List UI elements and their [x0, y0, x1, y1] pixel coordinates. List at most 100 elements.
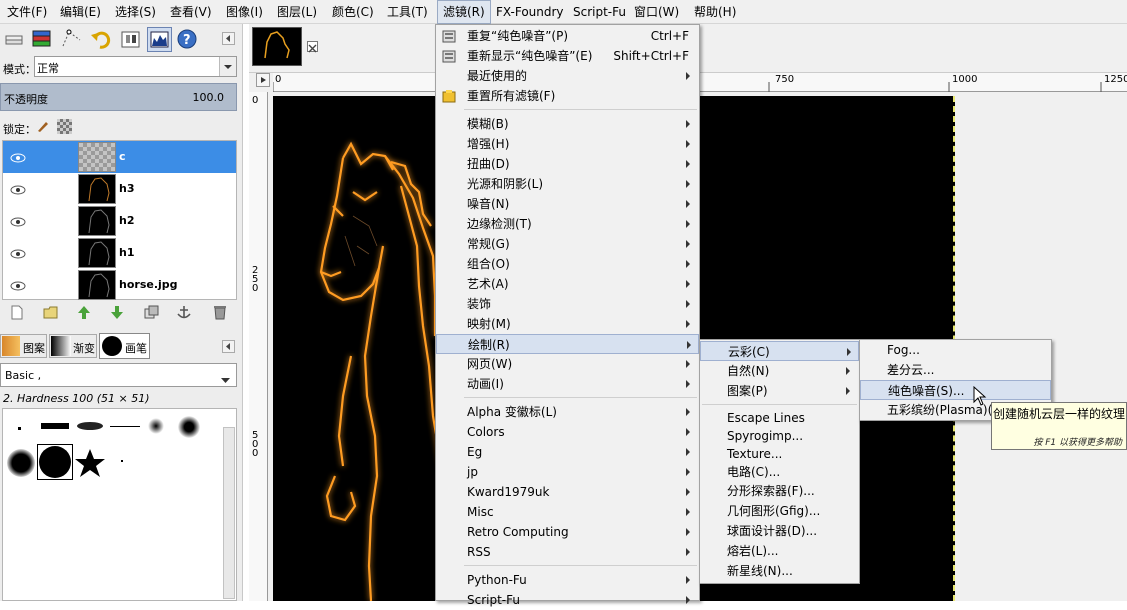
- brush-ellipse[interactable]: [77, 422, 103, 430]
- layer-row[interactable]: h1: [3, 237, 236, 269]
- brush-tiny[interactable]: [121, 460, 123, 462]
- menu-item[interactable]: 噪音(N): [436, 194, 699, 214]
- menu-item[interactable]: 光源和阴影(L): [436, 174, 699, 194]
- menu-item[interactable]: RSS: [436, 542, 699, 562]
- menu-item[interactable]: 自然(N): [700, 361, 859, 381]
- menu-item[interactable]: 重复“纯色噪音”(P) Ctrl+F: [436, 26, 699, 46]
- menu-11[interactable]: Script-Fu: [568, 0, 631, 24]
- histogram-icon[interactable]: [147, 27, 172, 52]
- help-browser-icon[interactable]: ?: [175, 27, 200, 52]
- delete-layer-icon[interactable]: [213, 305, 227, 323]
- quick-mask-menu-icon[interactable]: [256, 73, 270, 87]
- menu-item[interactable]: 常规(G): [436, 234, 699, 254]
- image-thumbnail[interactable]: [252, 27, 302, 66]
- layer-row[interactable]: c: [3, 141, 236, 173]
- menu-item[interactable]: jp: [436, 462, 699, 482]
- lock-pixels-icon[interactable]: [36, 119, 50, 136]
- tab-gradients[interactable]: 渐变: [49, 334, 97, 358]
- menu-item[interactable]: 纯色噪音(S)...: [860, 380, 1051, 400]
- brush-1px[interactable]: [18, 427, 21, 430]
- undo-history-icon[interactable]: [88, 27, 113, 52]
- menu-item[interactable]: Retro Computing: [436, 522, 699, 542]
- brush-preset-select[interactable]: Basic ,: [0, 363, 237, 387]
- eye-icon[interactable]: [10, 248, 26, 259]
- menu-1[interactable]: 文件(F): [2, 0, 52, 24]
- menu-item[interactable]: 新星线(N)...: [700, 561, 859, 581]
- menu-item[interactable]: 重置所有滤镜(F): [436, 86, 699, 106]
- menu-item[interactable]: 增强(H): [436, 134, 699, 154]
- menu-item[interactable]: Colors: [436, 422, 699, 442]
- new-layer-icon[interactable]: [10, 305, 24, 323]
- channels-icon[interactable]: [118, 27, 143, 52]
- paths-icon[interactable]: [59, 27, 84, 52]
- move-down-icon[interactable]: [110, 305, 124, 323]
- menu-item[interactable]: Escape Lines: [700, 409, 859, 427]
- menu-item[interactable]: Spyrogimp...: [700, 427, 859, 445]
- brushes-menu-button[interactable]: [222, 340, 235, 353]
- menu-10[interactable]: FX-Foundry: [491, 0, 569, 24]
- menu-item[interactable]: Script-Fu: [436, 590, 699, 610]
- close-icon[interactable]: [307, 41, 318, 53]
- tab-patterns[interactable]: 图案: [0, 334, 47, 358]
- menu-item[interactable]: 组合(O): [436, 254, 699, 274]
- layer-row[interactable]: h2: [3, 205, 236, 237]
- menu-item[interactable]: 扭曲(D): [436, 154, 699, 174]
- menu-item[interactable]: Misc: [436, 502, 699, 522]
- layer-row[interactable]: horse.jpg: [3, 269, 236, 301]
- menu-item[interactable]: Kward1979uk: [436, 482, 699, 502]
- menu-item[interactable]: 艺术(A): [436, 274, 699, 294]
- menu-item[interactable]: 动画(I): [436, 374, 699, 394]
- brush-fuzzy-medium[interactable]: [178, 416, 200, 438]
- menu-item[interactable]: 电路(C)...: [700, 463, 859, 481]
- brush-scrollbar[interactable]: [223, 427, 235, 599]
- menu-item[interactable]: 绘制(R): [436, 334, 699, 354]
- brush-hardness-100[interactable]: [37, 444, 73, 480]
- tool-options-tab-icon[interactable]: [2, 27, 27, 52]
- move-up-icon[interactable]: [77, 305, 91, 323]
- dock-menu-button[interactable]: [222, 32, 235, 45]
- menu-item[interactable]: 球面设计器(D)...: [700, 521, 859, 541]
- menu-9[interactable]: 滤镜(R): [437, 0, 491, 24]
- menu-item[interactable]: Alpha 变徽标(L): [436, 402, 699, 422]
- menu-7[interactable]: 颜色(C): [327, 0, 379, 24]
- menu-item[interactable]: 熔岩(L)...: [700, 541, 859, 561]
- menu-item[interactable]: 最近使用的: [436, 66, 699, 86]
- layer-row[interactable]: h3: [3, 173, 236, 205]
- mode-select[interactable]: 正常: [34, 56, 237, 77]
- eye-icon[interactable]: [10, 280, 26, 291]
- menu-item[interactable]: 图案(P): [700, 381, 859, 401]
- menu-3[interactable]: 选择(S): [110, 0, 161, 24]
- menu-item[interactable]: 重新显示“纯色噪音”(E) Shift+Ctrl+F: [436, 46, 699, 66]
- brush-block[interactable]: [41, 423, 69, 429]
- brush-fuzzy-small[interactable]: [148, 418, 164, 434]
- brush-line[interactable]: [110, 426, 140, 427]
- menu-13[interactable]: 帮助(H): [689, 0, 741, 24]
- menu-item[interactable]: 模糊(B): [436, 114, 699, 134]
- opacity-slider[interactable]: 不透明度 100.0: [0, 83, 237, 111]
- raise-layer-icon[interactable]: [43, 305, 58, 323]
- menu-12[interactable]: 窗口(W): [629, 0, 684, 24]
- menu-item[interactable]: 网页(W): [436, 354, 699, 374]
- menu-item[interactable]: Python-Fu: [436, 570, 699, 590]
- anchor-icon[interactable]: [177, 305, 192, 323]
- menu-item[interactable]: 边缘检测(T): [436, 214, 699, 234]
- menu-item[interactable]: 几何图形(Gfig)...: [700, 501, 859, 521]
- menu-item[interactable]: Eg: [436, 442, 699, 462]
- menu-item[interactable]: Fog...: [860, 340, 1051, 360]
- eye-icon[interactable]: [10, 216, 26, 227]
- eye-icon[interactable]: [10, 152, 26, 163]
- menu-item[interactable]: 映射(M): [436, 314, 699, 334]
- brush-fuzzy-large[interactable]: [7, 449, 35, 477]
- brush-star[interactable]: [74, 448, 106, 478]
- duplicate-layer-icon[interactable]: [144, 305, 159, 323]
- menu-item[interactable]: 云彩(C): [700, 341, 859, 361]
- layers-stack-icon[interactable]: [29, 27, 54, 52]
- menu-5[interactable]: 图像(I): [221, 0, 268, 24]
- lock-alpha-icon[interactable]: [57, 119, 72, 134]
- menu-item[interactable]: 差分云...: [860, 360, 1051, 380]
- brush-grid[interactable]: [2, 408, 237, 601]
- menu-item[interactable]: 分形探索器(F)...: [700, 481, 859, 501]
- menu-item[interactable]: 装饰: [436, 294, 699, 314]
- menu-8[interactable]: 工具(T): [382, 0, 433, 24]
- menu-item[interactable]: Texture...: [700, 445, 859, 463]
